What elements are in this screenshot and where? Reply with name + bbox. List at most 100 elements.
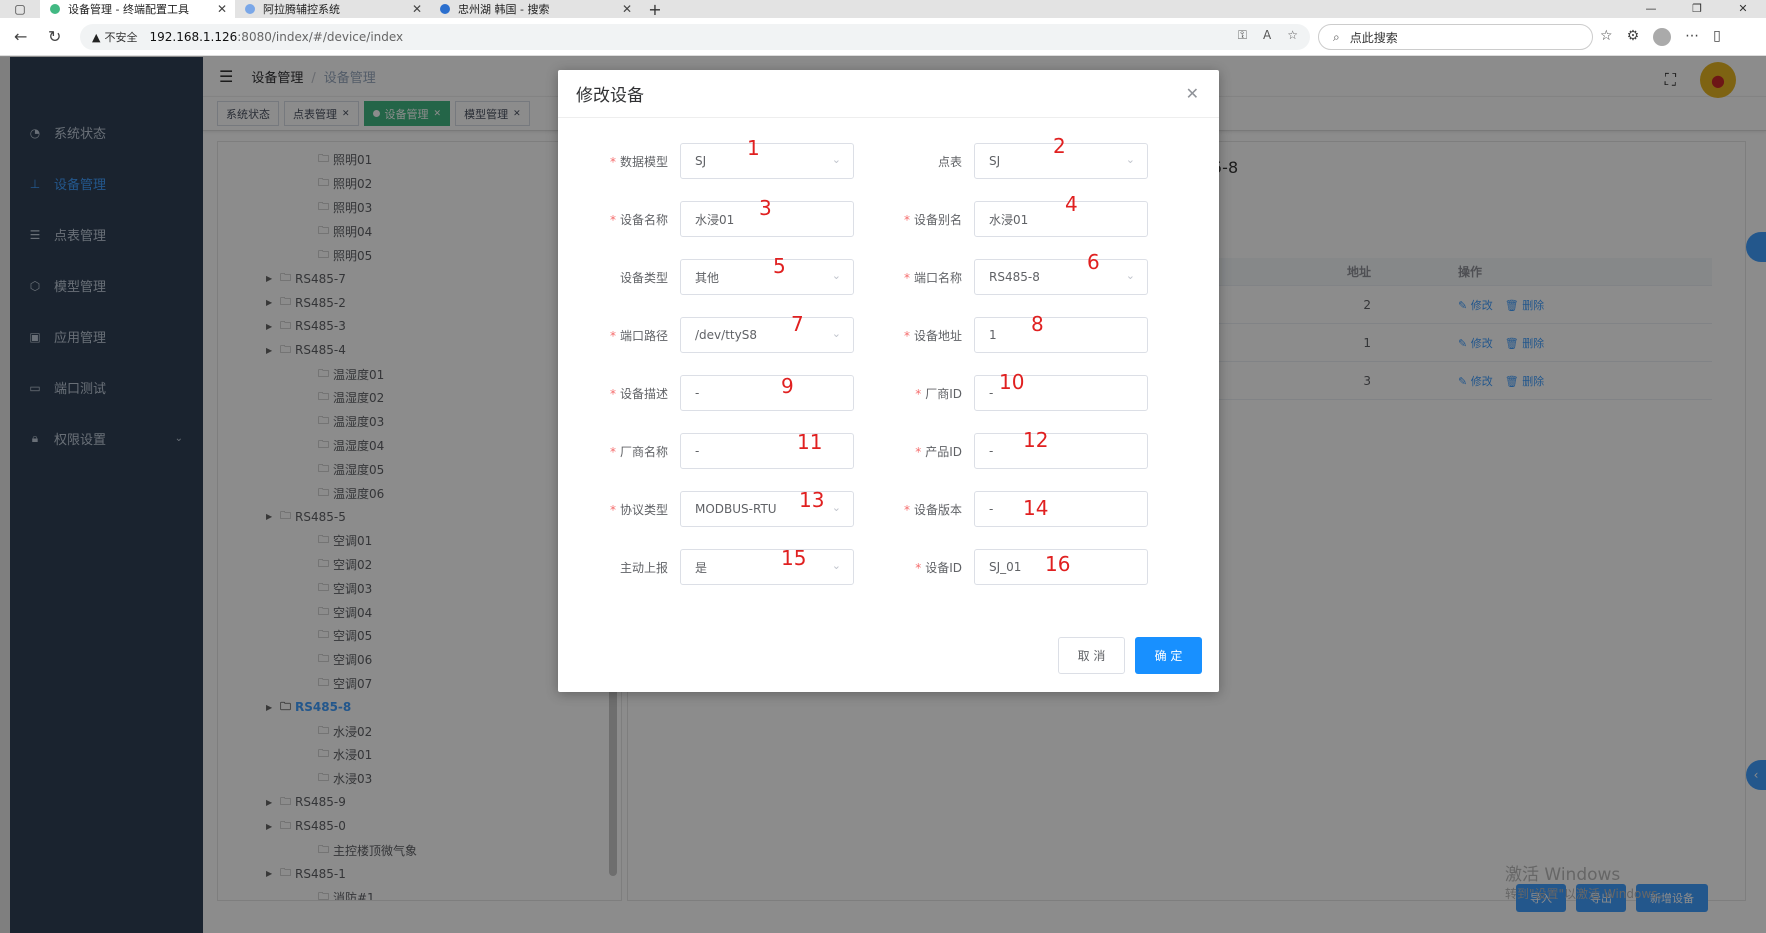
- annotation-number: 14: [1023, 496, 1049, 520]
- chevron-down-icon: ⌄: [831, 501, 841, 514]
- field-value: -: [695, 444, 700, 458]
- text-field[interactable]: 水浸01 4: [974, 192, 1148, 237]
- annotation-number: 11: [797, 430, 823, 454]
- extensions-icon[interactable]: ⚙: [1627, 28, 1640, 46]
- text-field[interactable]: - 14: [974, 491, 1148, 527]
- field-label: * 厂商名称: [558, 443, 680, 460]
- url-host: 192.168.1.126: [149, 30, 238, 44]
- required-asterisk: *: [903, 502, 910, 517]
- tab-actions-icon[interactable]: ▢: [0, 0, 40, 18]
- field-label: 设备类型: [558, 269, 680, 286]
- field-label: 主动上报: [558, 559, 680, 576]
- minimize-icon[interactable]: —: [1628, 0, 1674, 18]
- close-tab-icon[interactable]: ✕: [217, 2, 227, 16]
- browser-tab-bar: ▢ 设备管理 - 终端配置工具 ✕ 阿拉腾辅控系统 ✕ 忠州湖 韩国 - 搜索 …: [0, 0, 1766, 19]
- form-item: * 设备版本 - 14: [852, 491, 1148, 527]
- field-label-text: 主动上报: [619, 560, 668, 575]
- field-label-text: 设备别名: [913, 212, 962, 227]
- field-label-text: 协议类型: [619, 502, 668, 517]
- browser-search-input[interactable]: ⌕ 点此搜索: [1318, 24, 1593, 50]
- browser-toolbar-icons: ☆ ⚙ ⋯ ▯: [1600, 28, 1721, 46]
- field-value: 水浸01: [989, 212, 1029, 227]
- annotation-number: 10: [999, 370, 1025, 394]
- text-field[interactable]: 水浸01 3: [680, 196, 854, 237]
- more-icon[interactable]: ⋯: [1685, 28, 1699, 46]
- field-label: * 端口路径: [558, 327, 680, 344]
- required-asterisk: *: [609, 386, 616, 401]
- field-label: * 数据模型: [558, 153, 680, 170]
- tab-title: 忠州湖 韩国 - 搜索: [458, 3, 550, 16]
- field-value: 其他: [695, 270, 720, 285]
- select-field[interactable]: MODBUS-RTU ⌄ 13: [680, 488, 854, 527]
- select-field[interactable]: RS485-8 ⌄ 6: [974, 250, 1148, 295]
- favorite-star-icon[interactable]: ☆: [1287, 28, 1298, 43]
- field-label: * 设备版本: [852, 501, 974, 518]
- required-asterisk: *: [609, 212, 616, 227]
- cancel-button[interactable]: 取 消: [1058, 637, 1125, 674]
- confirm-button[interactable]: 确 定: [1135, 637, 1202, 674]
- required-asterisk: *: [903, 270, 910, 285]
- annotation-number: 1: [747, 136, 760, 160]
- select-field[interactable]: /dev/ttyS8 ⌄ 7: [680, 312, 854, 353]
- vue-favicon-icon: [50, 4, 60, 14]
- form-item: * 设备别名 水浸01 4: [852, 192, 1148, 237]
- form-row: * 端口路径/dev/ttyS8 ⌄ 7 * 设备地址 1 8: [558, 312, 1219, 375]
- search-icon: ⌕: [1333, 29, 1340, 44]
- form-item: * 设备描述 -9: [558, 374, 854, 411]
- required-asterisk: *: [609, 444, 616, 459]
- field-label-text: 设备版本: [913, 502, 962, 517]
- select-field[interactable]: SJ ⌄ 1: [680, 136, 854, 179]
- close-icon[interactable]: ✕: [1186, 84, 1199, 103]
- field-value: RS485-8: [989, 270, 1040, 284]
- form-row: * 设备描述 -9 * 厂商ID -10: [558, 370, 1219, 433]
- address-bar-row: ← ↻ ▲ 不安全 192.168.1.126 :8080/index/#/de…: [0, 18, 1766, 56]
- required-asterisk: *: [609, 154, 616, 169]
- browser-tab-1[interactable]: 阿拉腾辅控系统 ✕: [235, 0, 430, 18]
- field-label: 点表: [852, 153, 974, 170]
- text-field[interactable]: - 12: [974, 428, 1148, 469]
- field-label: * 设备别名: [852, 211, 974, 228]
- text-field[interactable]: SJ_01 16: [974, 549, 1148, 585]
- form-item: * 产品ID - 12: [852, 428, 1148, 469]
- browser-tab-0[interactable]: 设备管理 - 终端配置工具 ✕: [40, 0, 235, 18]
- close-tab-icon[interactable]: ✕: [622, 2, 632, 16]
- select-field[interactable]: 其他 ⌄ 5: [680, 254, 854, 295]
- key-icon[interactable]: ⚿: [1238, 28, 1247, 43]
- field-label-text: 设备类型: [619, 270, 668, 285]
- form-item: 主动上报 是 ⌄ 15: [558, 546, 854, 585]
- field-value: MODBUS-RTU: [695, 502, 777, 516]
- sidebar-toggle-icon[interactable]: ▯: [1713, 28, 1721, 46]
- dialog-footer: 取 消 确 定: [1058, 637, 1202, 674]
- browser-tab-2[interactable]: 忠州湖 韩国 - 搜索 ✕: [430, 0, 640, 18]
- tab-title: 阿拉腾辅控系统: [263, 3, 340, 16]
- profile-avatar[interactable]: [1653, 28, 1672, 46]
- favorites-icon[interactable]: ☆: [1600, 28, 1613, 46]
- select-field[interactable]: SJ ⌄ 2: [974, 134, 1148, 179]
- close-window-icon[interactable]: ✕: [1720, 0, 1766, 18]
- close-tab-icon[interactable]: ✕: [412, 2, 422, 16]
- field-label-text: 厂商ID: [925, 386, 962, 401]
- form-row: * 厂商名称 - 11 * 产品ID -12: [558, 428, 1219, 491]
- restore-icon[interactable]: ❐: [1674, 0, 1720, 18]
- text-field[interactable]: -9: [680, 374, 854, 411]
- field-label: * 产品ID: [852, 443, 974, 460]
- field-value: SJ_01: [989, 560, 1022, 574]
- text-field[interactable]: 18: [974, 312, 1148, 353]
- required-asterisk: *: [609, 502, 616, 517]
- cloud-favicon-icon: [245, 4, 255, 14]
- text-field[interactable]: -10: [974, 370, 1148, 411]
- text-field[interactable]: - 11: [680, 430, 854, 469]
- annotation-number: 6: [1087, 250, 1100, 274]
- new-tab-icon[interactable]: +: [640, 0, 670, 19]
- reload-icon[interactable]: ↻: [48, 27, 61, 46]
- back-icon[interactable]: ←: [14, 27, 27, 46]
- select-field[interactable]: 是 ⌄ 15: [680, 546, 854, 585]
- field-label: * 设备ID: [852, 559, 974, 576]
- chevron-down-icon: ⌄: [831, 269, 841, 282]
- field-label: * 协议类型: [558, 501, 680, 518]
- field-label: * 设备描述: [558, 385, 680, 402]
- read-aloud-icon[interactable]: A: [1263, 28, 1271, 43]
- search-favicon-icon: [440, 4, 450, 14]
- field-label-text: 设备地址: [913, 328, 962, 343]
- url-field[interactable]: ▲ 不安全 192.168.1.126 :8080/index/#/device…: [80, 24, 1310, 50]
